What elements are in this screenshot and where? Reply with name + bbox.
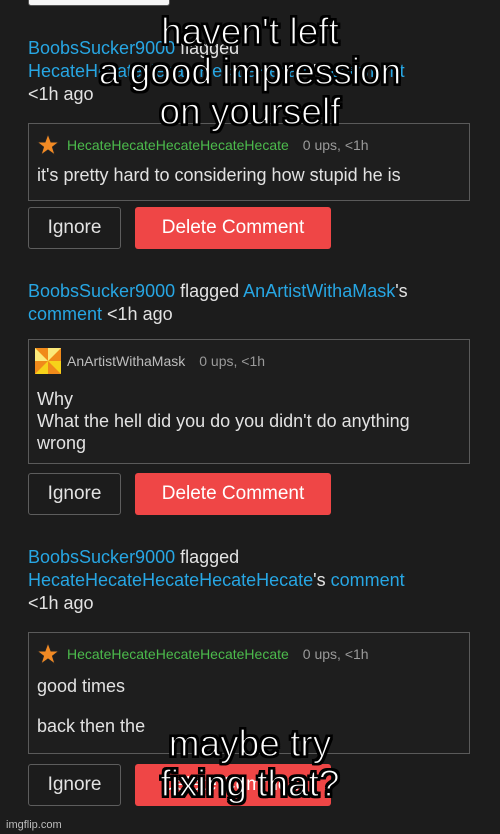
- comment-body-line: What the hell did you do you didn't do a…: [37, 411, 410, 453]
- comment-meta: 0 ups, <1h: [302, 137, 369, 153]
- flag-verb: flagged: [175, 547, 240, 567]
- pinwheel-icon: [35, 348, 61, 374]
- comment-meta: 0 ups, <1h: [199, 353, 266, 369]
- comment-card-1: HecateHecateHecateHecateHecate 0 ups, <1…: [28, 123, 470, 201]
- ignore-button[interactable]: Ignore: [28, 473, 121, 515]
- meme-caption-line: haven't left: [160, 11, 339, 52]
- ignore-button[interactable]: Ignore: [28, 207, 121, 249]
- comment-author[interactable]: HecateHecateHecateHecateHecate: [67, 646, 289, 662]
- comment-body: it's pretty hard to considering how stup…: [37, 165, 401, 185]
- flagger-link[interactable]: BoobsSucker9000: [28, 547, 175, 567]
- flag-notice-3: BoobsSucker9000 flagged HecateHecateHeca…: [28, 546, 473, 615]
- star-icon: [35, 132, 61, 158]
- comment-card-2: AnArtistWithaMask 0 ups, <1h Why What th…: [28, 339, 470, 464]
- meme-caption-line: on yourself: [159, 91, 341, 132]
- meme-top-caption: haven't left a good impression on yourse…: [0, 11, 500, 132]
- meme-caption-line: maybe try: [168, 723, 332, 764]
- flag-time: <1h ago: [102, 304, 173, 324]
- star-icon: [35, 641, 61, 667]
- delete-comment-button[interactable]: Delete Comment: [135, 473, 331, 515]
- target-user-link[interactable]: AnArtistWithaMask: [243, 281, 395, 301]
- meme-caption-line: a good impression: [98, 51, 402, 92]
- comment-author[interactable]: AnArtistWithaMask: [67, 353, 185, 369]
- previous-button-stub[interactable]: [28, 0, 170, 6]
- comment-body-line: Why: [37, 389, 73, 409]
- possessive: 's: [313, 570, 331, 590]
- flag-notice-2: BoobsSucker9000 flagged AnArtistWithaMas…: [28, 280, 473, 326]
- watermark: imgflip.com: [6, 819, 62, 831]
- possessive: 's: [395, 281, 408, 301]
- comment-body-line: good times: [37, 676, 126, 696]
- comment-meta: 0 ups, <1h: [302, 646, 369, 662]
- target-user-link[interactable]: HecateHecateHecateHecateHecate: [28, 570, 313, 590]
- flag-time: <1h ago: [28, 593, 94, 613]
- delete-comment-button[interactable]: Delete Comment: [135, 207, 331, 249]
- comment-link[interactable]: comment: [28, 304, 102, 324]
- comment-link[interactable]: comment: [331, 570, 405, 590]
- flag-verb: flagged: [175, 281, 244, 301]
- meme-caption-line: fixing that?: [160, 763, 340, 804]
- comment-author[interactable]: HecateHecateHecateHecateHecate: [67, 137, 289, 153]
- flagger-link[interactable]: BoobsSucker9000: [28, 281, 175, 301]
- meme-bottom-caption: maybe try fixing that?: [0, 723, 500, 804]
